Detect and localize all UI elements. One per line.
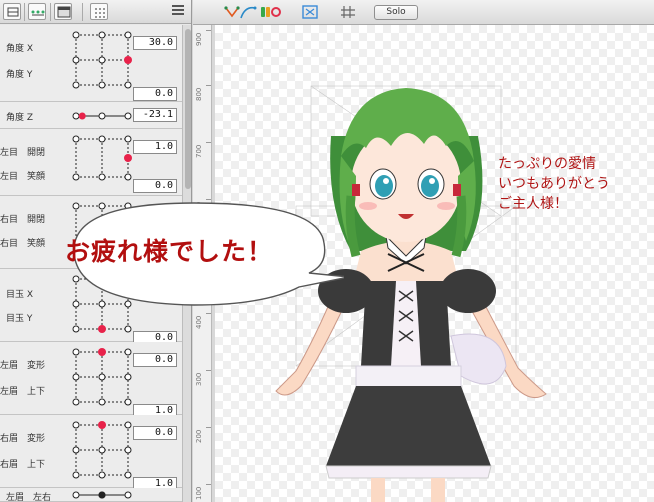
- ruler-label: 400: [195, 315, 203, 329]
- parameter-block: 左目 開閉左目 笑顔 1.0 0.0: [0, 129, 182, 196]
- parameter-block: 左眉 左右0.0: [0, 488, 182, 502]
- side-message-line: ご主人様！: [498, 196, 568, 212]
- parameter-value-bottom[interactable]: 0.0: [133, 87, 177, 101]
- parameter-label: 左目 開閉: [0, 148, 46, 158]
- parameter-block: 左眉 変形 左眉 上下 0.0 1.0: [0, 342, 182, 418]
- parameter-grid[interactable]: [72, 421, 132, 479]
- parameter-block: 角度 X 角度 Y 30.0 0.0: [0, 25, 182, 102]
- parameter-label: 左眉 上下: [0, 387, 46, 397]
- parameter-handle[interactable]: [98, 491, 106, 499]
- parameter-label: 右目 開閉: [0, 215, 46, 225]
- ruler-label: 200: [195, 429, 203, 443]
- ruler-label: 100: [195, 486, 203, 500]
- parameter-grid[interactable]: [72, 31, 132, 89]
- menu-icon[interactable]: [172, 5, 184, 19]
- parameter-label: 目玉 X: [6, 290, 34, 300]
- parameter-handle[interactable]: [98, 348, 106, 356]
- grid-icon[interactable]: [3, 3, 21, 20]
- parameter-value[interactable]: -23.1: [133, 108, 177, 122]
- list-icon[interactable]: [90, 3, 108, 20]
- parameter-label: 目玉 Y: [6, 314, 33, 324]
- live2d-editor: 角度 X 角度 Y 30.0 0.0 角度 Z -23.1 左目 開閉左目 笑顔 1.0 0.0…: [0, 0, 654, 502]
- parameter-handle[interactable]: [124, 56, 132, 64]
- ruler-label: 900: [195, 32, 203, 46]
- parameter-block: 角度 Z -23.1: [0, 102, 182, 129]
- ruler-label: 800: [195, 87, 203, 101]
- parameter-label: 左眉 左右: [6, 493, 52, 502]
- parameter-slider[interactable]: [72, 110, 132, 122]
- deform-icon[interactable]: [259, 4, 281, 20]
- parameter-grid[interactable]: [72, 348, 132, 406]
- parameter-slider[interactable]: [72, 489, 132, 501]
- ruler-label: 700: [195, 144, 203, 158]
- speech-bubble-text: お疲れ様でした！: [65, 237, 274, 266]
- parameter-label: 角度 Z: [6, 113, 34, 123]
- parameter-label: 左目 笑顔: [0, 172, 46, 182]
- solo-button[interactable]: Solo: [374, 5, 418, 20]
- fit-icon[interactable]: [301, 4, 319, 20]
- parameter-value-top[interactable]: 0.0: [133, 353, 177, 367]
- parameter-toolbar: [0, 0, 191, 24]
- parameter-label: 右眉 上下: [0, 460, 46, 470]
- arc-icon[interactable]: [239, 4, 257, 20]
- dots-icon[interactable]: [28, 3, 46, 20]
- parameter-value-top[interactable]: 0.0: [133, 426, 177, 440]
- parameter-value-bottom[interactable]: 0.0: [133, 179, 177, 193]
- ruler-label: 300: [195, 372, 203, 386]
- parameter-label: 角度 X: [6, 44, 34, 54]
- parameter-value-top[interactable]: 30.0: [133, 36, 177, 50]
- parameter-handle[interactable]: [78, 112, 86, 120]
- parameter-label: 左眉 変形: [0, 361, 46, 371]
- side-message-line: いつもありがとう: [498, 176, 610, 192]
- parameter-label: 角度 Y: [6, 70, 33, 80]
- side-message: たっぷりの愛情 いつもありがとう ご主人様！: [498, 154, 610, 214]
- parameter-handle[interactable]: [98, 421, 106, 429]
- parameter-value-top[interactable]: 1.0: [133, 140, 177, 154]
- parameter-handle[interactable]: [98, 325, 106, 333]
- parameter-grid[interactable]: [72, 135, 132, 181]
- parameter-block: 右眉 変形 右眉 上下 0.0 1.0: [0, 415, 182, 491]
- side-message-line: たっぷりの愛情: [498, 156, 596, 172]
- parameter-label: 右目 笑顔: [0, 239, 46, 249]
- hashgrid-icon[interactable]: [339, 4, 357, 20]
- parameter-label: 右眉 変形: [0, 434, 46, 444]
- canvas-toolbar: Solo: [193, 0, 654, 25]
- panel-icon[interactable]: [54, 3, 72, 20]
- parameter-handle[interactable]: [124, 154, 132, 162]
